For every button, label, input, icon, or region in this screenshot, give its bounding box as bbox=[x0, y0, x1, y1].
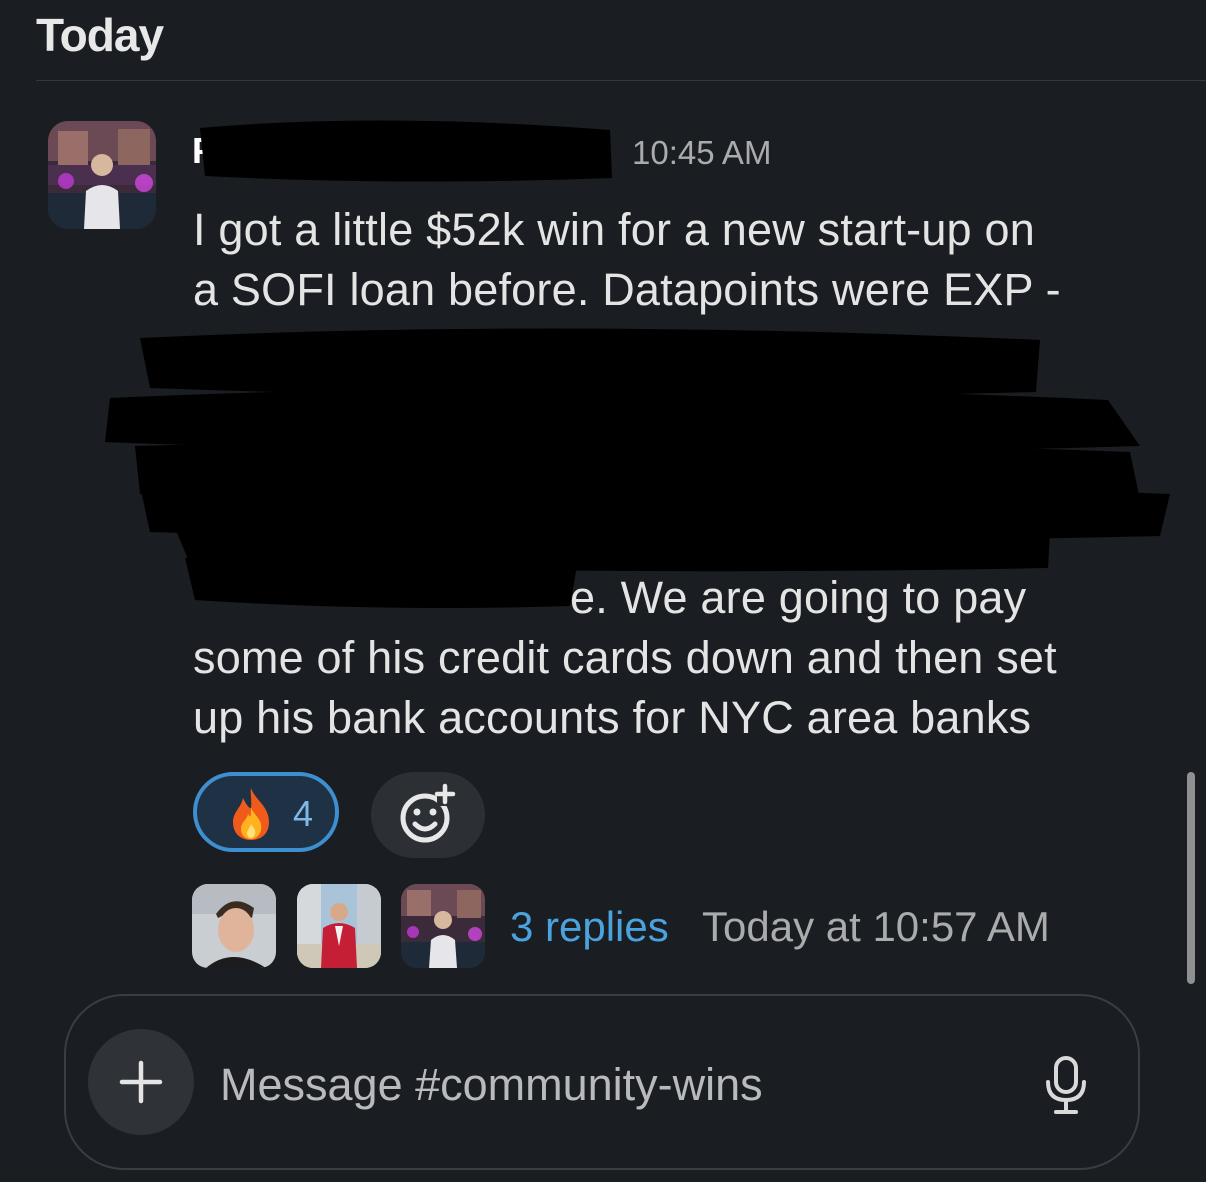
message-line: I got a little $52k win for a new start-… bbox=[193, 204, 1035, 255]
thread-replies-link[interactable]: 3 replies bbox=[510, 903, 669, 951]
scrollbar[interactable] bbox=[1187, 772, 1195, 984]
add-emoji-icon bbox=[400, 783, 456, 843]
reply-avatar[interactable] bbox=[192, 884, 276, 968]
sender-name[interactable]: F bbox=[192, 130, 214, 172]
message-line: a SOFI loan before. Datapoints were EXP … bbox=[193, 264, 1061, 315]
microphone-icon bbox=[1046, 1056, 1086, 1114]
reaction-count: 4 bbox=[293, 793, 314, 834]
message-line: e. We are going to pay bbox=[570, 572, 1027, 623]
reply-avatar[interactable] bbox=[297, 884, 381, 968]
attach-button[interactable] bbox=[88, 1029, 194, 1135]
microphone-button[interactable] bbox=[1036, 1052, 1096, 1116]
reaction-fire[interactable]: 4 bbox=[193, 772, 339, 852]
sender-avatar[interactable] bbox=[48, 121, 156, 229]
reply-avatar[interactable] bbox=[401, 884, 485, 968]
message-timestamp[interactable]: 10:45 AM bbox=[632, 134, 771, 172]
thread-last-reply-time: Today at 10:57 AM bbox=[702, 903, 1050, 950]
fire-emoji-icon bbox=[233, 788, 269, 840]
add-reaction-button[interactable] bbox=[371, 772, 485, 858]
day-divider-label: Today bbox=[36, 9, 164, 61]
channel-view: Today F 10:45 AM I got a little $52k win… bbox=[0, 0, 1206, 1182]
message-line: some of his credit cards down and then s… bbox=[193, 632, 1057, 683]
day-divider-line bbox=[36, 80, 1206, 81]
message-line: up his bank accounts for NYC area banks bbox=[193, 692, 1032, 743]
message-input[interactable] bbox=[220, 1055, 1020, 1115]
plus-icon bbox=[119, 1060, 163, 1104]
